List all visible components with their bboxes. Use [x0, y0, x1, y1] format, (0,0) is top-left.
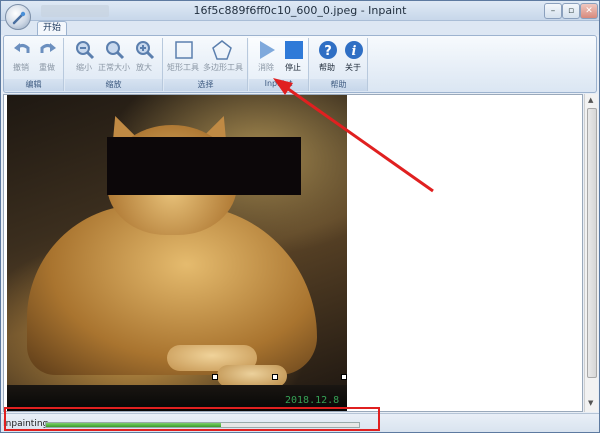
selection-mask[interactable]: [107, 137, 301, 195]
group-select: 矩形工具 多边形工具 选择: [164, 38, 248, 91]
window-title: 16f5c889f6ff0c10_600_0.jpeg - Inpaint: [193, 4, 407, 17]
close-button[interactable]: ✕: [580, 3, 598, 19]
annotation-highlight-box: [4, 407, 380, 431]
ribbon-tab-row: 开始: [1, 21, 599, 36]
rectangle-select-icon: [175, 41, 193, 59]
selection-handle[interactable]: [212, 374, 218, 380]
vertical-scrollbar[interactable]: ▲ ▼: [584, 94, 598, 412]
about-button[interactable]: i 关于: [338, 38, 368, 76]
zoom-out-icon: [76, 41, 95, 60]
image-canvas[interactable]: 2018.12.8: [3, 94, 583, 412]
scrollbar-thumb[interactable]: [587, 108, 597, 378]
zoom-out-button[interactable]: 缩小: [69, 38, 99, 76]
selection-handle[interactable]: [341, 374, 347, 380]
group-help: ? 帮助 i 关于 帮助: [310, 38, 368, 91]
group-label-help: 帮助: [310, 79, 367, 91]
group-label-zoom: 缩放: [65, 79, 162, 91]
minimize-button[interactable]: –: [544, 3, 562, 19]
group-edit: 撤销 重做 编辑: [4, 38, 64, 91]
stop-icon: [285, 41, 303, 59]
svg-text:i: i: [352, 44, 357, 59]
group-label-edit: 编辑: [4, 79, 63, 91]
play-icon: [260, 41, 275, 59]
polygon-select-icon: [212, 40, 232, 60]
date-stamp: 2018.12.8: [285, 395, 340, 406]
scroll-down-icon[interactable]: ▼: [588, 399, 593, 407]
wand-icon: [12, 11, 26, 25]
selection-handle[interactable]: [272, 374, 278, 380]
ribbon: 撤销 重做 编辑 缩小 正常大小 放大 缩放 矩形工具 多边形工具 选择 消除 …: [3, 35, 597, 93]
scroll-up-icon[interactable]: ▲: [588, 96, 593, 104]
zoom-normal-button[interactable]: 正常大小: [98, 38, 130, 76]
group-label-select: 选择: [164, 79, 247, 91]
rectangle-tool-button[interactable]: 矩形工具: [167, 38, 199, 76]
cat-photo: 2018.12.8: [7, 95, 347, 411]
zoom-in-icon: [136, 41, 155, 60]
undo-icon: [14, 43, 30, 53]
group-zoom: 缩小 正常大小 放大 缩放: [65, 38, 163, 91]
help-icon: ?: [319, 41, 337, 59]
tab-start[interactable]: 开始: [37, 21, 67, 36]
svg-text:?: ?: [324, 44, 332, 59]
redo-button[interactable]: 重做: [32, 38, 62, 76]
zoom-normal-icon: [106, 41, 125, 60]
zoom-in-button[interactable]: 放大: [129, 38, 159, 76]
stop-button[interactable]: 停止: [278, 38, 308, 76]
polygon-tool-button[interactable]: 多边形工具: [203, 38, 243, 76]
info-icon: i: [345, 41, 363, 59]
title-bar: 16f5c889f6ff0c10_600_0.jpeg - Inpaint – …: [1, 1, 599, 21]
app-menu-button[interactable]: [5, 4, 31, 30]
group-label-inpaint: Inpaint: [249, 79, 308, 91]
maximize-button[interactable]: ▫: [562, 3, 580, 19]
group-inpaint: 消除 停止 Inpaint: [249, 38, 309, 91]
app-window: 16f5c889f6ff0c10_600_0.jpeg - Inpaint – …: [0, 0, 600, 433]
redo-icon: [40, 43, 56, 53]
